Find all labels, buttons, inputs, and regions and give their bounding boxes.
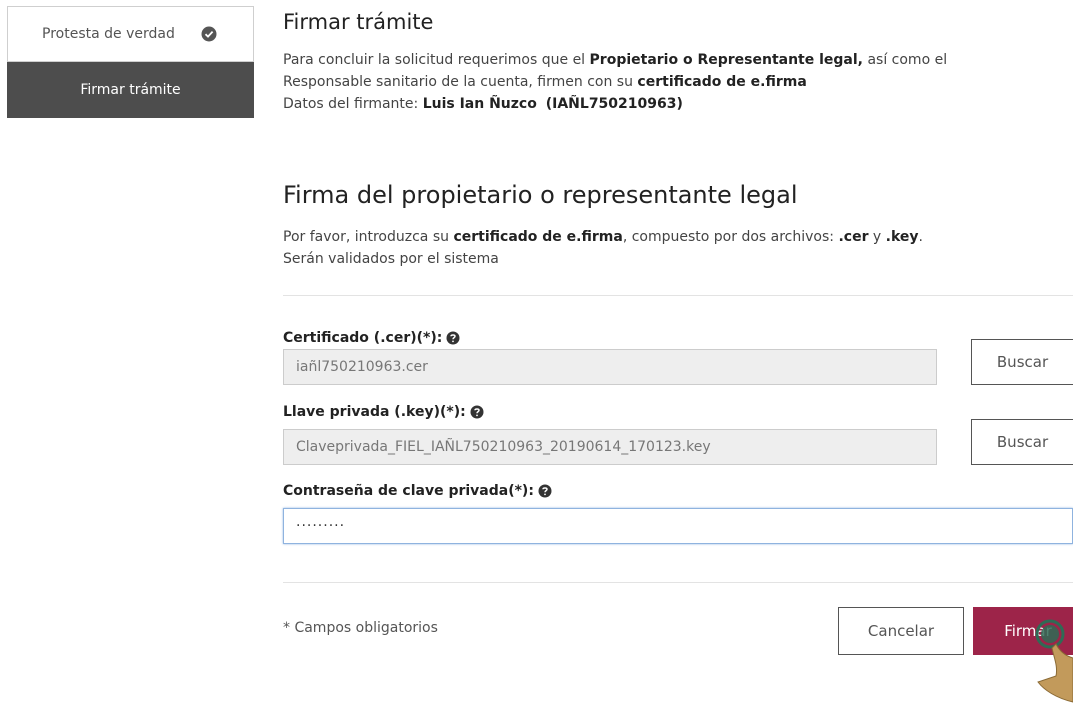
section-title: Firma del propietario o representante le… bbox=[283, 181, 798, 209]
cer-browse-button[interactable]: Buscar bbox=[971, 339, 1073, 385]
cer-field-label: Certificado (.cer)(*): bbox=[283, 330, 460, 346]
divider-top bbox=[283, 295, 1073, 296]
desc-middle: , compuesto por dos archivos: bbox=[622, 229, 839, 245]
intro-line2-prefix: Responsable sanitario de la cuenta, firm… bbox=[283, 74, 638, 90]
key-label-text: Llave privada (.key)(*): bbox=[283, 404, 466, 420]
desc-end: . bbox=[918, 229, 923, 245]
section-description: Por favor, introduzca su certificado de … bbox=[283, 226, 1063, 270]
key-file-field[interactable]: Claveprivada_FIEL_IAÑL750210963_20190614… bbox=[283, 429, 937, 465]
hand-cursor-icon bbox=[1032, 618, 1073, 705]
divider-bottom bbox=[283, 582, 1073, 583]
step-protesta-de-verdad[interactable]: Protesta de verdad bbox=[7, 6, 254, 62]
key-browse-button[interactable]: Buscar bbox=[971, 419, 1073, 465]
intro-line1-suffix: así como el bbox=[863, 52, 948, 68]
cer-label-text: Certificado (.cer)(*): bbox=[283, 330, 443, 346]
pwd-label-text: Contraseña de clave privada(*): bbox=[283, 483, 534, 499]
steps-sidebar: Protesta de verdad Firmar trámite bbox=[7, 6, 254, 118]
intro-line1-bold: Propietario o Representante legal, bbox=[589, 52, 863, 68]
question-circle-icon[interactable] bbox=[538, 484, 552, 498]
cer-file-field[interactable]: iañl750210963.cer bbox=[283, 349, 937, 385]
step-label: Firmar trámite bbox=[80, 82, 181, 98]
cancel-button[interactable]: Cancelar bbox=[838, 607, 964, 655]
signer-label: Datos del firmante: bbox=[283, 96, 423, 112]
desc-key: .key bbox=[885, 229, 919, 245]
check-circle-icon bbox=[201, 26, 217, 42]
desc-bold: certificado de e.firma bbox=[453, 229, 623, 245]
password-input[interactable]: ········· bbox=[283, 508, 1073, 544]
question-circle-icon[interactable] bbox=[446, 331, 460, 345]
desc-line2: Serán validados por el sistema bbox=[283, 251, 499, 267]
signer-rfc: (IAÑL750210963) bbox=[545, 96, 683, 112]
page-title: Firmar trámite bbox=[283, 10, 434, 34]
desc-prefix: Por favor, introduzca su bbox=[283, 229, 454, 245]
key-field-label: Llave privada (.key)(*): bbox=[283, 404, 484, 420]
intro-line2-bold: certificado de e.firma bbox=[637, 74, 807, 90]
intro-line1-prefix: Para concluir la solicitud requerimos qu… bbox=[283, 52, 590, 68]
intro-text: Para concluir la solicitud requerimos qu… bbox=[283, 49, 1063, 115]
required-fields-note: * Campos obligatorios bbox=[283, 620, 438, 636]
question-circle-icon[interactable] bbox=[470, 405, 484, 419]
desc-y: y bbox=[868, 229, 886, 245]
signer-name: Luis Ian Ñuzco bbox=[422, 96, 537, 112]
step-label: Protesta de verdad bbox=[42, 26, 175, 42]
desc-cer: .cer bbox=[838, 229, 869, 245]
step-firmar-tramite[interactable]: Firmar trámite bbox=[7, 62, 254, 118]
pwd-field-label: Contraseña de clave privada(*): bbox=[283, 483, 552, 499]
